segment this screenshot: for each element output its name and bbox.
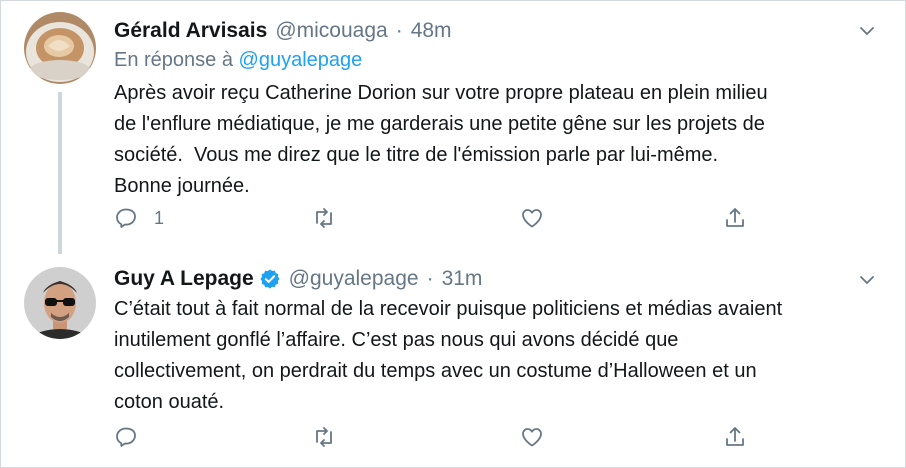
avatar[interactable]: [24, 12, 96, 84]
separator-dot: ·: [395, 19, 403, 42]
tweet-timestamp[interactable]: 31m: [442, 267, 483, 291]
reply-prefix: En réponse à: [114, 49, 233, 71]
separator-dot: ·: [426, 267, 434, 290]
author-handle[interactable]: @micouaga: [275, 19, 387, 43]
reply-to-handle-link[interactable]: @guyalepage: [239, 49, 363, 71]
like-button[interactable]: [520, 203, 544, 233]
tweet-text: Après avoir reçu Catherine Dorion sur vo…: [114, 78, 874, 202]
chevron-down-icon[interactable]: [858, 271, 876, 289]
tweet-text-line: Après avoir reçu Catherine Dorion sur vo…: [114, 82, 768, 104]
tweet-text-line: inutilement gonflé l’affaire. C’est pas …: [114, 329, 679, 351]
tweet-guy-a-lepage[interactable]: Guy A Lepage @guyalepage · 31m C’était t…: [0, 245, 906, 468]
reply-button[interactable]: [114, 422, 154, 452]
tweet-gerald-arvisais[interactable]: Gérald Arvisais @micouaga · 48m En répon…: [0, 0, 906, 254]
share-icon: [726, 427, 744, 446]
tweet-text-line: Bonne journée.: [114, 175, 250, 197]
reply-button[interactable]: 1: [114, 203, 164, 233]
chevron-down-icon[interactable]: [858, 22, 876, 40]
tweet-header: Guy A Lepage @guyalepage · 31m: [114, 265, 482, 293]
coffee-cup-avatar-image: [24, 12, 96, 84]
author-name[interactable]: Gérald Arvisais: [114, 19, 267, 43]
tweet-text-line: coton ouaté.: [114, 391, 225, 413]
share-button[interactable]: [723, 422, 747, 452]
tweet-timestamp[interactable]: 48m: [411, 19, 452, 43]
reply-icon: [116, 427, 136, 447]
author-handle[interactable]: @guyalepage: [289, 267, 419, 291]
tweet-text-line: collectivement, on perdrait du temps ave…: [114, 360, 757, 382]
retweet-button[interactable]: [312, 422, 336, 452]
retweet-icon: [316, 208, 332, 228]
retweet-button[interactable]: [312, 203, 336, 233]
reply-icon: [116, 208, 136, 228]
tweet-text-line: C’était tout à fait normal de la recevoi…: [114, 298, 783, 320]
share-icon: [726, 208, 744, 227]
share-button[interactable]: [723, 203, 747, 233]
thread-connector-line: [58, 92, 62, 254]
tweet-text-line: société. Vous me direz que le titre de l…: [114, 144, 719, 166]
like-icon: [522, 428, 542, 447]
verified-badge-icon: [260, 269, 280, 289]
like-button[interactable]: [520, 422, 544, 452]
tweet-actions: 1: [114, 203, 754, 233]
retweet-icon: [316, 427, 332, 447]
author-name[interactable]: Guy A Lepage: [114, 267, 254, 291]
tweet-header: Gérald Arvisais @micouaga · 48m: [114, 17, 452, 45]
tweet-actions: [114, 422, 754, 452]
like-icon: [522, 209, 542, 228]
man-with-sunglasses-avatar-image: [24, 267, 96, 339]
replying-to: En réponse à @guyalepage: [114, 49, 362, 72]
avatar[interactable]: [24, 267, 96, 339]
tweet-text-line: de l'enflure médiatique, je me garderais…: [114, 113, 765, 135]
reply-count: 1: [154, 207, 165, 228]
tweet-text: C’était tout à fait normal de la recevoi…: [114, 294, 874, 418]
